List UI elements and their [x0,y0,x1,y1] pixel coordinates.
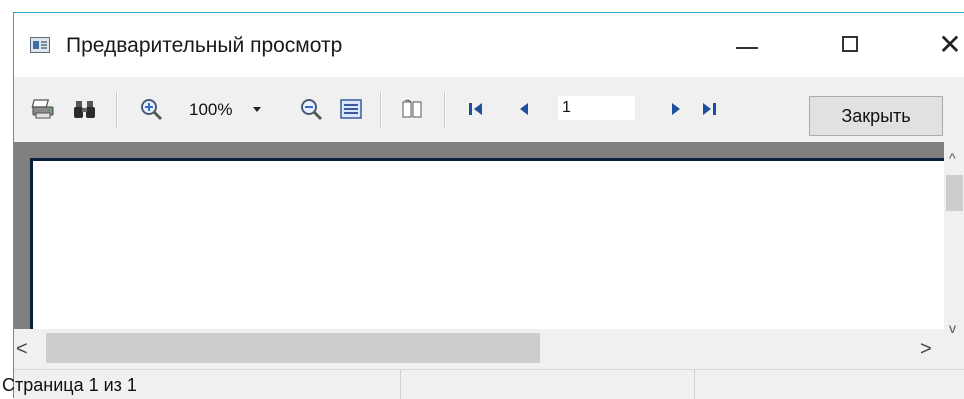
horizontal-scrollbar[interactable]: < > [14,329,944,369]
zoom-value: 100% [189,100,233,119]
page-view-icon [340,99,362,119]
toolbar: 100% 1 Закрыть [14,77,964,142]
preview-area[interactable] [14,142,964,329]
prev-page-icon [520,103,528,115]
status-panel [694,370,964,399]
status-bar: Страница 1 из 1 [2,369,964,399]
scroll-corner [944,345,964,369]
close-button[interactable]: Закрыть [809,96,943,136]
close-window-button[interactable]: ✕ [922,25,964,65]
scroll-up-icon[interactable]: ^ [949,150,956,166]
last-page-button[interactable] [697,93,721,125]
prev-page-button[interactable] [512,93,536,125]
title-bar[interactable]: Предварительный просмотр ✕ [14,13,964,77]
next-page-button[interactable] [664,93,688,125]
toolbar-separator [380,92,382,128]
zoom-in-button[interactable] [136,93,166,125]
page-status: Страница 1 из 1 [2,375,137,395]
window-title: Предварительный просмотр [66,34,343,57]
minimize-button[interactable] [720,25,776,65]
book-icon [402,99,422,118]
page-number-input[interactable]: 1 [558,96,635,120]
zoom-select[interactable]: 100% [189,97,273,123]
scroll-left-icon[interactable]: < [16,338,28,361]
scroll-right-icon[interactable]: > [920,338,932,361]
vertical-scroll-thumb[interactable] [946,175,963,211]
preview-page [30,158,960,329]
horizontal-scroll-thumb[interactable] [46,333,540,363]
chevron-down-icon[interactable] [253,107,261,112]
maximize-button[interactable] [826,25,882,65]
status-panel [400,370,695,399]
vertical-scrollbar[interactable]: ^ v [944,142,964,345]
first-page-icon [469,103,482,115]
scroll-down-icon[interactable]: v [949,320,956,336]
first-page-button[interactable] [464,93,488,125]
last-page-icon [703,103,716,115]
find-button[interactable] [70,93,100,125]
page-view-button[interactable] [336,93,366,125]
zoom-out-icon [301,99,323,121]
print-preview-window: Предварительный просмотр ✕ 100% 1 Закрыт… [2,12,964,399]
next-page-icon [672,103,680,115]
printer-icon [31,99,54,119]
print-button[interactable] [28,93,58,125]
two-page-button[interactable] [396,93,428,125]
zoom-out-button[interactable] [296,93,326,125]
app-icon [30,37,50,53]
binoculars-icon [74,101,95,118]
toolbar-separator [444,92,446,128]
zoom-in-icon [141,99,163,121]
toolbar-separator [116,92,118,128]
